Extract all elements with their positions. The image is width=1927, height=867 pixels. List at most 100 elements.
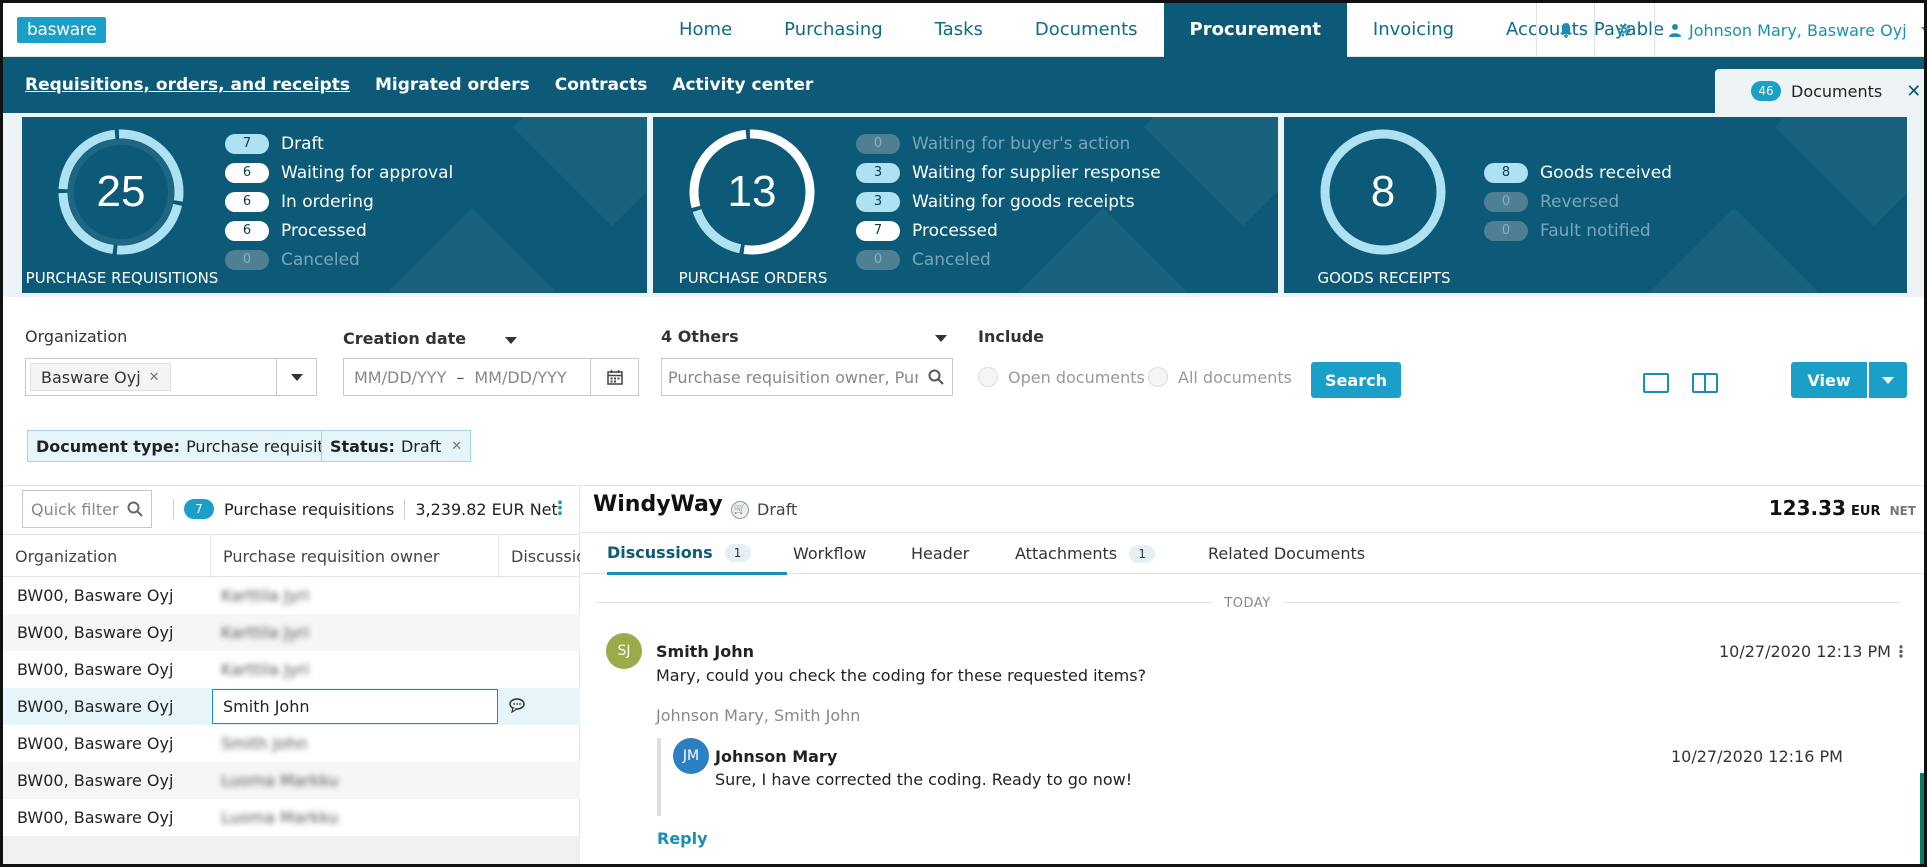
basware-logo[interactable]: basware <box>17 17 107 43</box>
stat-waiting-for-approval[interactable]: 6 Waiting for approval <box>225 158 453 187</box>
search-input[interactable]: Purchase requisition owner, Purpose <box>661 358 953 396</box>
stat-fault-notified[interactable]: 0 Fault notified <box>1484 216 1672 245</box>
app-window: basware Home Purchasing Tasks Documents … <box>0 0 1927 867</box>
subnav-requisitions-orders-receipts[interactable]: Requisitions, orders, and receipts <box>25 75 350 95</box>
tab-discussions[interactable]: Discussions 1 <box>607 533 787 575</box>
nav-home[interactable]: Home <box>653 3 758 57</box>
table-row[interactable]: BW00, Basware Oyj Luoma Markku <box>3 762 580 799</box>
reply-author: Johnson Mary <box>715 747 838 766</box>
column-owner[interactable]: Purchase requisition owner <box>211 535 499 578</box>
status-tag: Status: Draft ✕ <box>321 430 472 462</box>
table-row[interactable]: BW00, Basware Oyj Karttila Jyri <box>3 614 580 651</box>
reply-link[interactable]: Reply <box>657 829 708 848</box>
subnav-migrated-orders[interactable]: Migrated orders <box>375 75 530 95</box>
table-row-selected[interactable]: BW00, Basware Oyj Smith John <box>3 688 580 725</box>
table-row[interactable]: BW00, Basware Oyj Karttila Jyri <box>3 577 580 614</box>
calendar-icon[interactable] <box>590 359 638 395</box>
subnav-activity-center[interactable]: Activity center <box>672 75 813 95</box>
goods-receipts-widget[interactable]: 8 GOODS RECEIPTS 8 Goods received 0 Revers… <box>1284 117 1907 293</box>
stat-orders-processed[interactable]: 7 Processed <box>856 216 1161 245</box>
user-menu[interactable]: Johnson Mary, Basware Oyj <box>1654 3 1924 57</box>
nav-procurement[interactable]: Procurement <box>1163 3 1347 57</box>
reply-time: 10/27/2020 12:16 PM <box>1671 747 1843 766</box>
message-options-icon[interactable]: ⋮ <box>1893 642 1909 661</box>
quick-filter-input[interactable]: Quick filter <box>22 490 152 528</box>
user-icon <box>1669 24 1681 37</box>
stat-reversed[interactable]: 0 Reversed <box>1484 187 1672 216</box>
view-options-toggle[interactable] <box>1869 362 1907 398</box>
nav-invoicing[interactable]: Invoicing <box>1347 3 1480 57</box>
main-nav: Home Purchasing Tasks Documents Procurem… <box>653 3 1690 57</box>
documents-tab[interactable]: 46 Documents ✕ <box>1715 69 1924 113</box>
settings-gear-icon[interactable] <box>1594 3 1652 57</box>
subnav-contracts[interactable]: Contracts <box>555 75 648 95</box>
column-discussions[interactable]: Discussions <box>499 535 580 578</box>
others-filter-label[interactable]: 4 Others <box>661 327 739 346</box>
stat-waiting-supplier[interactable]: 3 Waiting for supplier response <box>856 158 1161 187</box>
requisition-list-panel: Quick filter 7 Purchase requisitions 3,2… <box>3 485 580 864</box>
discussion-icon[interactable] <box>509 697 527 713</box>
tab-related-documents[interactable]: Related Documents <box>1208 533 1365 575</box>
others-dropdown-icon[interactable] <box>935 335 947 342</box>
nav-tasks[interactable]: Tasks <box>909 3 1009 57</box>
orders-stats: 0 Waiting for buyer's action 3 Waiting for… <box>856 129 1161 274</box>
grid-footer <box>3 836 580 864</box>
stat-orders-canceled[interactable]: 0 Canceled <box>856 245 1161 274</box>
single-pane-layout-icon[interactable] <box>1643 373 1669 393</box>
organization-select[interactable]: Basware Oyj ✕ <box>25 358 317 396</box>
stat-waiting-goods-receipts[interactable]: 3 Waiting for goods receipts <box>856 187 1161 216</box>
view-button[interactable]: View <box>1791 362 1867 398</box>
creation-date-range[interactable]: MM/DD/YYY – MM/DD/YYY <box>343 358 639 396</box>
organization-chip: Basware Oyj ✕ <box>30 363 171 391</box>
table-row[interactable]: BW00, Basware Oyj Karttila Jyri <box>3 651 580 688</box>
receipts-total: 8 <box>1370 167 1396 216</box>
all-documents-radio[interactable]: All documents <box>1148 367 1292 387</box>
split-pane-layout-icon[interactable] <box>1692 373 1718 393</box>
detail-amount: 123.33 EUR NET <box>1768 496 1916 520</box>
list-total: 3,239.82 EUR Net <box>415 499 558 519</box>
nav-documents[interactable]: Documents <box>1009 3 1164 57</box>
creation-date-label: Creation date <box>343 329 467 348</box>
list-options-icon[interactable]: ⋮ <box>551 498 569 519</box>
user-name: Johnson Mary, Basware Oyj <box>1689 20 1907 40</box>
document-type-tag: Document type: Purchase requisition <box>27 430 358 462</box>
search-icon[interactable] <box>928 369 944 385</box>
stat-canceled[interactable]: 0 Canceled <box>225 245 453 274</box>
remove-chip-icon[interactable]: ✕ <box>149 370 160 385</box>
organization-dropdown-toggle[interactable] <box>276 359 316 395</box>
stat-goods-received[interactable]: 8 Goods received <box>1484 158 1672 187</box>
purchase-orders-widget[interactable]: 13 PURCHASE ORDERS 0 Waiting for buyer's … <box>653 117 1278 293</box>
stat-waiting-buyer[interactable]: 0 Waiting for buyer's action <box>856 129 1161 158</box>
stat-processed[interactable]: 6 Processed <box>225 216 453 245</box>
search-icon <box>127 501 143 517</box>
date-from-input[interactable]: MM/DD/YYY <box>354 368 446 387</box>
top-navigation: basware Home Purchasing Tasks Documents … <box>3 3 1924 57</box>
list-count-badge: 7 <box>184 499 214 519</box>
table-row[interactable]: BW00, Basware Oyj Luoma Markku <box>3 799 580 836</box>
owner-cell-selected[interactable]: Smith John <box>212 689 498 724</box>
tab-workflow[interactable]: Workflow <box>793 533 866 575</box>
purchase-requisitions-widget[interactable]: 25 PURCHASE REQUISITIONS 7 Draft 6 Waiting… <box>22 117 647 293</box>
grid-header: Organization Purchase requisition owner … <box>3 534 580 578</box>
message-time: 10/27/2020 12:13 PM <box>1719 642 1891 661</box>
tab-header[interactable]: Header <box>911 533 969 575</box>
orders-total: 13 <box>727 167 777 216</box>
date-to-input[interactable]: MM/DD/YYY <box>474 368 566 387</box>
search-button[interactable]: Search <box>1311 362 1401 398</box>
notifications-bell-icon[interactable] <box>1536 3 1594 57</box>
receipts-stats: 8 Goods received 0 Reversed 0 Fault notifie… <box>1484 158 1672 245</box>
remove-tag-icon[interactable]: ✕ <box>451 439 462 454</box>
date-divider: TODAY <box>595 592 1900 612</box>
stat-in-ordering[interactable]: 6 In ordering <box>225 187 453 216</box>
reply-text: Sure, I have corrected the coding. Ready… <box>715 770 1133 789</box>
table-row[interactable]: BW00, Basware Oyj Smith John <box>3 725 580 762</box>
tab-attachments[interactable]: Attachments 1 <box>1015 533 1156 575</box>
column-organization[interactable]: Organization <box>3 535 211 578</box>
nav-purchasing[interactable]: Purchasing <box>758 3 909 57</box>
stat-draft[interactable]: 7 Draft <box>225 129 453 158</box>
detail-title: WindyWay <box>593 492 723 517</box>
chevron-down-icon <box>1920 26 1924 34</box>
creation-date-dropdown-icon[interactable] <box>505 337 517 344</box>
close-icon[interactable]: ✕ <box>1906 81 1921 102</box>
open-documents-radio[interactable]: Open documents <box>978 367 1145 387</box>
